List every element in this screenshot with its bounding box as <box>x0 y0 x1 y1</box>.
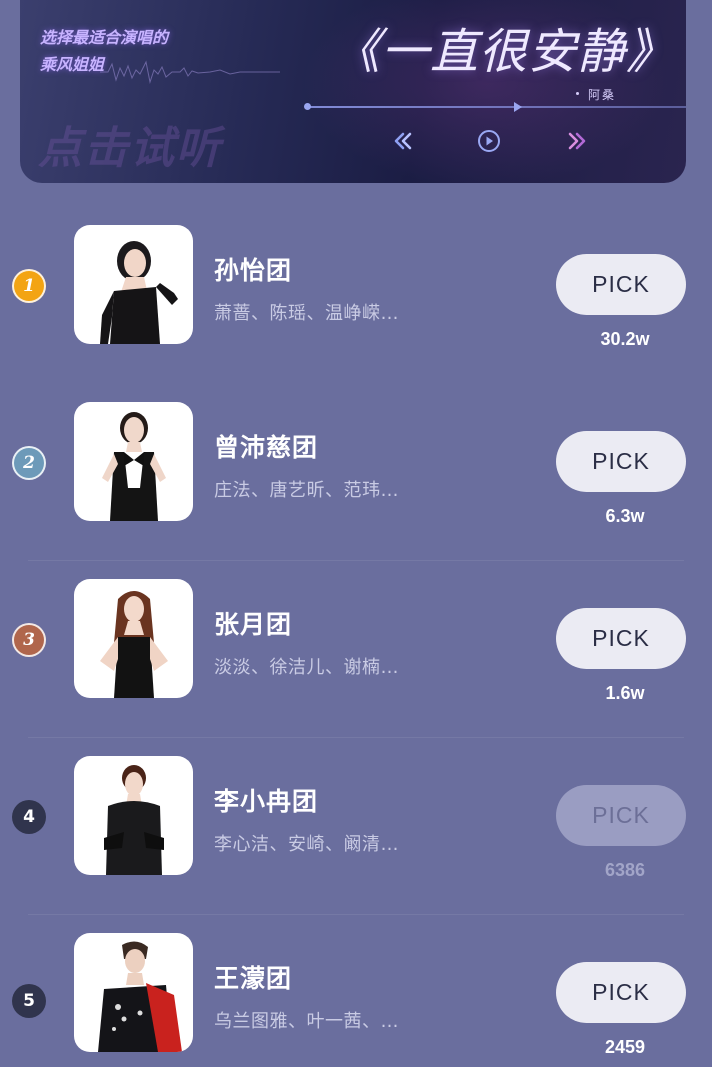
portrait-image <box>100 591 168 698</box>
team-name: 孙怡团 <box>214 256 293 285</box>
team-members: 乌兰图雅、叶一茜、… <box>214 1011 399 1032</box>
team-name: 李小冉团 <box>214 787 319 816</box>
list-item: 2 曾沛慈团 庄法、唐艺昕、范玮… PICK 6.3w <box>0 384 712 561</box>
team-members: 李心洁、安崎、阚清… <box>214 834 399 855</box>
listen-ghost-text: 点击试听 <box>38 123 222 174</box>
portrait-image <box>98 941 182 1052</box>
vote-count: 30.2w <box>600 329 650 349</box>
progress-arrow-icon <box>514 102 522 112</box>
team-members: 庄法、唐艺昕、范玮… <box>214 480 399 501</box>
team-name: 王濛团 <box>214 964 293 993</box>
list-item: 5 王濛团 乌兰图雅、叶一茜、… PICK 2459 <box>0 915 712 1067</box>
rewind-icon[interactable] <box>390 128 416 154</box>
avatar <box>74 756 193 875</box>
team-ranking-list: 1 孙怡团 萧蔷、陈瑶、温峥嵘… PICK 30.2w 2 曾沛慈团 庄法、唐艺… <box>0 207 712 1067</box>
singer-dot <box>576 92 579 95</box>
portrait-image <box>100 241 178 344</box>
avatar <box>74 933 193 1052</box>
banner-tagline: 选择最适合演唱的 乘风姐姐 <box>40 24 168 78</box>
rank-badge: 3 <box>12 623 46 657</box>
fast-forward-icon[interactable] <box>564 128 590 154</box>
team-name: 曾沛慈团 <box>214 433 319 462</box>
rank-badge: 5 <box>12 984 46 1018</box>
rank-badge: 1 <box>12 269 46 303</box>
pick-button[interactable]: PICK <box>556 785 686 846</box>
rank-badge: 4 <box>12 800 46 834</box>
rank-badge: 2 <box>12 446 46 480</box>
list-item: 1 孙怡团 萧蔷、陈瑶、温峥嵘… PICK 30.2w <box>0 207 712 384</box>
portrait-image <box>104 765 164 875</box>
tagline-line-1: 选择最适合演唱的 <box>40 28 169 47</box>
song-title: 《一直很安静》 <box>332 24 676 80</box>
vote-count: 1.6w <box>605 683 645 703</box>
list-item: 3 张月团 淡淡、徐洁儿、谢楠… PICK 1.6w <box>0 561 712 738</box>
portrait-image <box>102 412 166 521</box>
play-icon[interactable] <box>476 128 502 154</box>
team-members: 萧蔷、陈瑶、温峥嵘… <box>214 303 399 324</box>
vote-count: 2459 <box>604 1037 646 1057</box>
team-members: 淡淡、徐洁儿、谢楠… <box>214 657 399 678</box>
pick-button[interactable]: PICK <box>556 254 686 315</box>
pick-button[interactable]: PICK <box>556 431 686 492</box>
vote-count: 6386 <box>604 860 646 880</box>
song-preview-banner[interactable]: 点击试听 选择最适合演唱的 乘风姐姐 《一直很安静》 阿桑 <box>20 0 686 183</box>
list-item: 4 李小冉团 李心洁、安崎、阚清… PICK 6386 <box>0 738 712 915</box>
team-name: 张月团 <box>214 610 293 639</box>
singer-name: 阿桑 <box>588 88 617 102</box>
vote-count: 6.3w <box>605 506 645 526</box>
playback-progress-bar[interactable] <box>304 102 686 112</box>
pick-button[interactable]: PICK <box>556 608 686 669</box>
progress-start-dot <box>304 103 311 110</box>
avatar <box>74 579 193 698</box>
avatar <box>74 402 193 521</box>
tagline-line-2: 乘风姐姐 <box>40 55 105 74</box>
pick-button[interactable]: PICK <box>556 962 686 1023</box>
avatar <box>74 225 193 344</box>
